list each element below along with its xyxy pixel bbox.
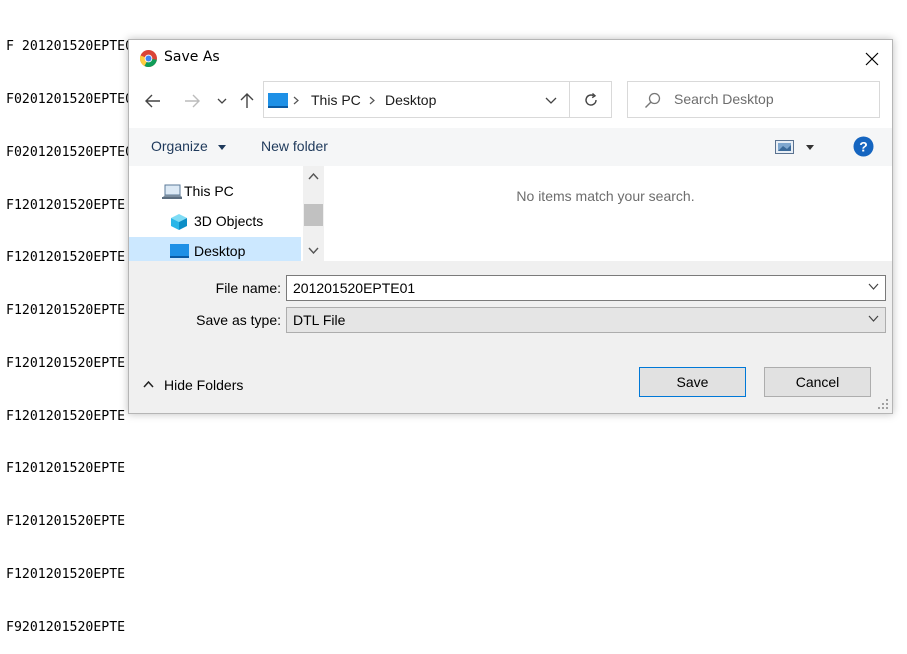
file-line: F9201201520EPTE: [6, 619, 126, 635]
address-bar[interactable]: This PC Desktop: [263, 81, 570, 118]
hide-folders-label: Hide Folders: [164, 377, 244, 393]
address-dropdown-icon[interactable]: [545, 97, 557, 104]
save-button[interactable]: Save: [639, 367, 746, 397]
breadcrumb-this-pc[interactable]: This PC: [311, 92, 361, 108]
navigation-pane: This PC 3D Objects Desktop: [129, 166, 324, 267]
file-name-label: File name:: [215, 280, 281, 296]
file-line: F1201201520EPTE: [6, 461, 126, 477]
refresh-button[interactable]: [570, 81, 612, 118]
chevron-down-icon[interactable]: [868, 283, 879, 290]
up-button[interactable]: [236, 90, 258, 112]
scrollbar-thumb[interactable]: [304, 204, 323, 226]
help-icon: ?: [853, 136, 874, 157]
scroll-up-icon[interactable]: [308, 173, 319, 180]
organize-label: Organize: [151, 138, 208, 154]
search-input[interactable]: [674, 90, 864, 108]
file-line: F1201201520EPTE: [6, 567, 126, 582]
back-arrow-icon: [145, 94, 160, 108]
tree-item-label: Desktop: [194, 243, 246, 259]
save-type-label: Save as type:: [196, 312, 281, 328]
refresh-icon: [584, 92, 597, 106]
breadcrumb-desktop[interactable]: Desktop: [385, 92, 436, 108]
breadcrumb-separator-icon: [369, 96, 375, 105]
recent-locations-button[interactable]: [211, 90, 233, 112]
breadcrumb-separator-icon: [293, 96, 299, 105]
scroll-down-icon[interactable]: [308, 247, 319, 254]
help-button[interactable]: ?: [853, 136, 874, 157]
cancel-button[interactable]: Cancel: [764, 367, 871, 397]
save-form: File name: 201201520EPTE01 Save as type:…: [129, 261, 892, 413]
tree-item-label: 3D Objects: [194, 213, 264, 229]
search-icon: [645, 92, 661, 108]
title-bar[interactable]: Save As: [129, 40, 892, 78]
chrome-icon: [140, 50, 157, 67]
tree-item-3d-objects[interactable]: 3D Objects: [129, 207, 301, 237]
svg-text:?: ?: [859, 139, 868, 155]
back-button[interactable]: [142, 90, 164, 112]
view-options-icon: [775, 140, 794, 154]
chevron-down-icon: [217, 98, 227, 104]
save-as-dialog: Save As This PC Desktop Search Desktop O…: [128, 39, 893, 414]
navigation-bar: This PC Desktop: [129, 78, 892, 126]
new-folder-button[interactable]: New folder: [261, 138, 328, 154]
file-name-value: 201201520EPTE01: [293, 280, 416, 296]
change-view-button[interactable]: [775, 139, 820, 157]
search-box[interactable]: [627, 81, 880, 118]
save-type-value: DTL File: [293, 312, 346, 328]
close-icon: [865, 52, 879, 66]
organize-dropdown-icon: [217, 144, 226, 150]
forward-button[interactable]: [181, 90, 203, 112]
view-dropdown-icon: [806, 145, 814, 150]
file-list-pane[interactable]: No items match your search.: [324, 166, 892, 261]
computer-icon: [162, 184, 182, 199]
up-arrow-icon: [240, 93, 254, 108]
desktop-folder-icon: [268, 93, 288, 108]
save-type-select[interactable]: DTL File: [286, 307, 886, 333]
empty-results-message: No items match your search.: [516, 188, 695, 204]
command-toolbar: Organize New folder ?: [129, 128, 892, 166]
3d-objects-icon: [171, 214, 187, 230]
resize-grip-icon[interactable]: [878, 399, 889, 410]
chevron-down-icon: [868, 315, 879, 322]
organize-button[interactable]: Organize: [151, 138, 226, 154]
file-name-field[interactable]: 201201520EPTE01: [286, 275, 886, 301]
close-button[interactable]: [860, 47, 884, 71]
tree-item-this-pc[interactable]: This PC: [129, 177, 301, 207]
dialog-title: Save As: [164, 49, 220, 65]
forward-arrow-icon: [185, 94, 200, 108]
tree-item-label: This PC: [184, 183, 234, 199]
navigation-scrollbar[interactable]: [303, 166, 324, 261]
file-line: F1201201520EPTE: [6, 514, 126, 530]
chevron-up-icon: [143, 381, 154, 388]
desktop-folder-icon: [170, 244, 189, 258]
